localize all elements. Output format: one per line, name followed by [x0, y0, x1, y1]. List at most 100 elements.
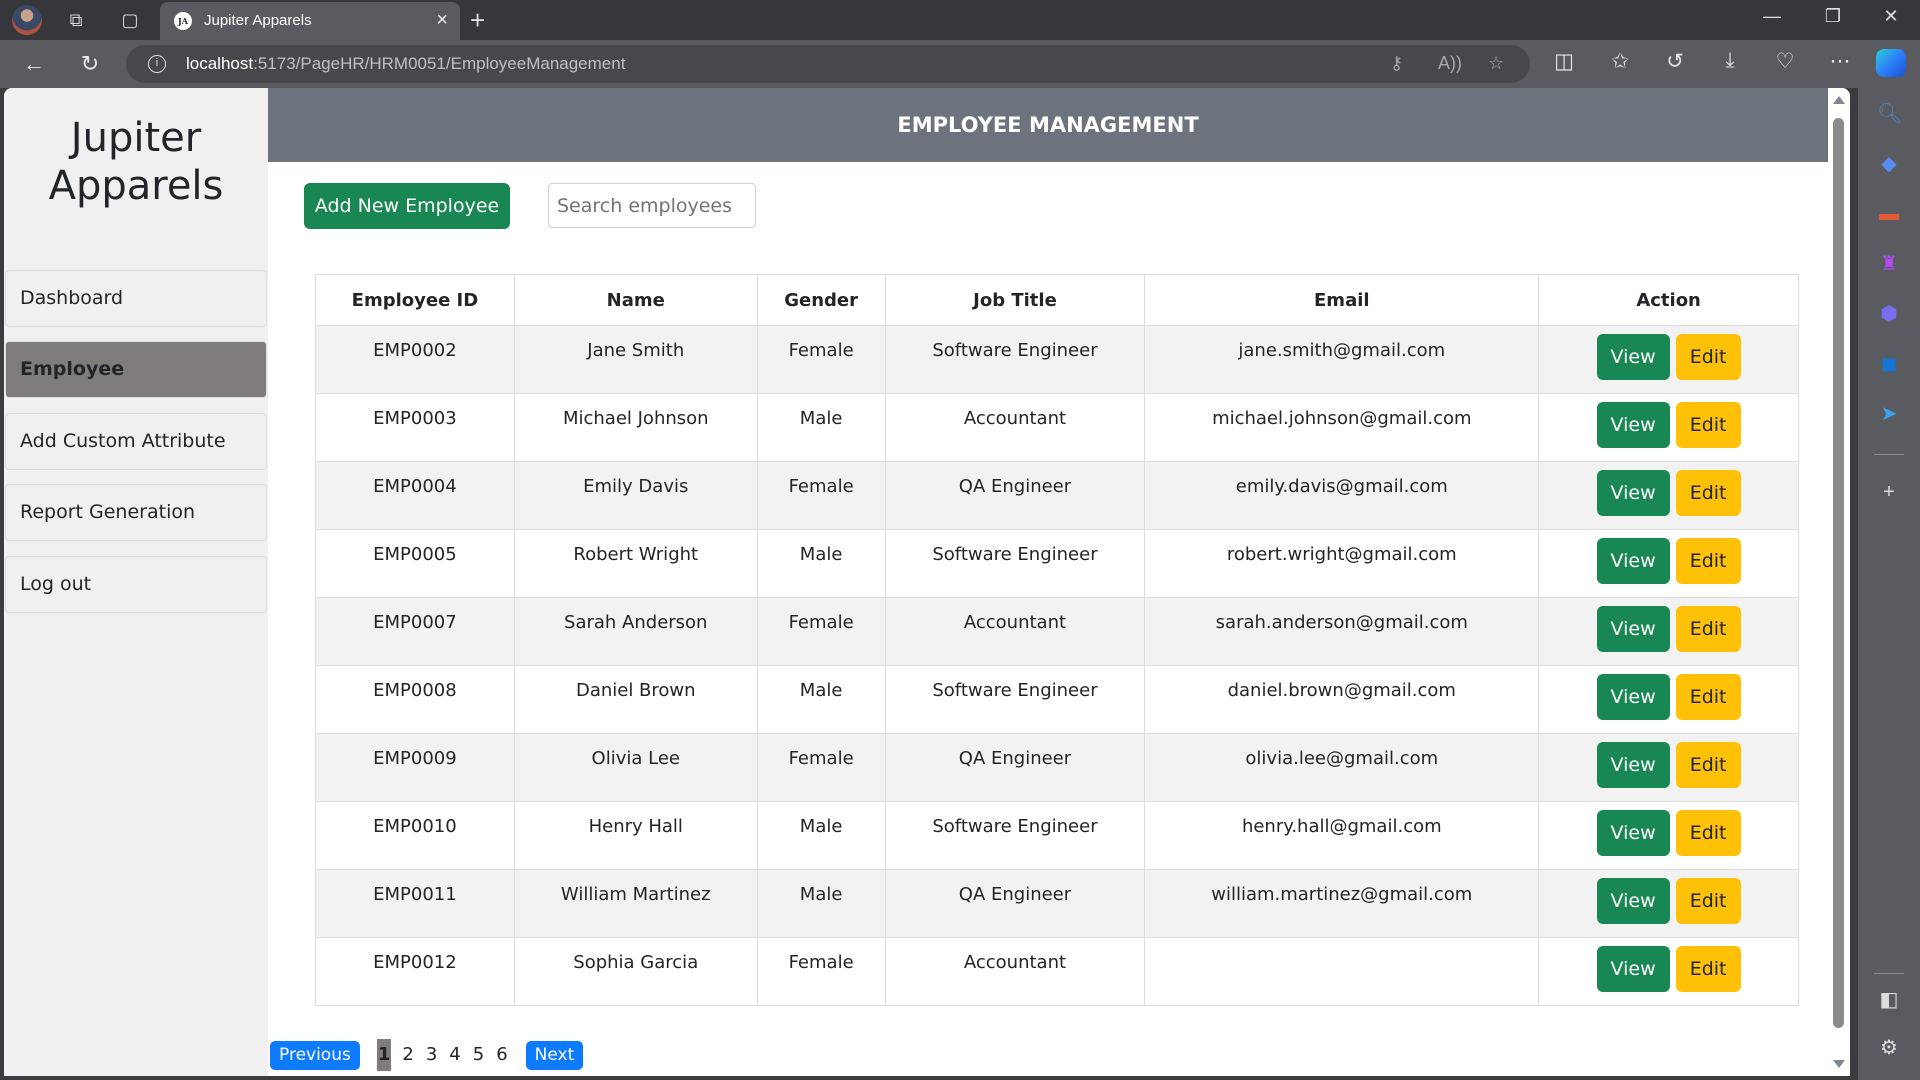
copilot-icon[interactable] — [1876, 49, 1906, 77]
edit-button[interactable]: Edit — [1675, 946, 1741, 992]
edit-button[interactable]: Edit — [1675, 402, 1741, 448]
sidebar-item-dashboard[interactable]: Dashboard — [5, 270, 267, 327]
email-cell: jane.smith@gmail.com — [1144, 325, 1540, 394]
favorite-star-icon[interactable]: ☆ — [1488, 53, 1504, 74]
search-icon[interactable]: 🔍︎ — [1877, 102, 1902, 126]
view-button[interactable]: View — [1596, 470, 1670, 516]
address-bar[interactable]: i localhost:5173/PageHR/HRM0051/Employee… — [126, 45, 1530, 83]
column-header-email: Email — [1144, 274, 1540, 326]
url-text[interactable]: localhost:5173/PageHR/HRM0051/EmployeeMa… — [186, 54, 625, 74]
page-scrollbar[interactable] — [1828, 88, 1850, 1076]
action-cell: View Edit — [1538, 597, 1799, 666]
sidebar-item-log-out[interactable]: Log out — [5, 556, 267, 613]
url-host: localhost — [186, 54, 254, 73]
downloads-icon[interactable]: ⤓ — [1715, 49, 1745, 73]
more-menu-icon[interactable]: ⋯ — [1825, 49, 1855, 74]
employee-id-cell: EMP0007 — [315, 597, 515, 666]
gender-cell: Female — [756, 937, 886, 1006]
employee-id-cell: EMP0002 — [315, 325, 515, 394]
key-icon[interactable]: ⚷ — [1390, 53, 1403, 74]
name-cell: William Martinez — [513, 869, 758, 938]
view-button[interactable]: View — [1596, 810, 1670, 856]
job-title-cell: Software Engineer — [884, 665, 1146, 734]
next-page-button[interactable]: Next — [525, 1040, 584, 1070]
games-icon[interactable]: ♜ — [1877, 252, 1901, 276]
email-cell: daniel.brown@gmail.com — [1144, 665, 1540, 734]
restore-icon[interactable]: ❐ — [1813, 6, 1853, 27]
search-employees-input[interactable] — [548, 183, 756, 228]
table-row: EMP0007 Sarah Anderson Female Accountant sar… — [315, 597, 1799, 666]
page-number-6[interactable]: 6 — [495, 1039, 508, 1071]
hide-sidebar-icon[interactable]: ◧ — [1877, 988, 1901, 1012]
new-tab-icon[interactable]: + — [470, 5, 485, 36]
edit-button[interactable]: Edit — [1675, 810, 1741, 856]
view-button[interactable]: View — [1596, 402, 1670, 448]
tab-close-icon[interactable]: × — [436, 9, 448, 32]
gender-cell: Male — [756, 801, 886, 870]
tools-icon[interactable]: ▬ — [1877, 202, 1901, 226]
name-cell: Sophia Garcia — [513, 937, 758, 1006]
gender-cell: Male — [756, 869, 886, 938]
page-number-3[interactable]: 3 — [425, 1039, 438, 1071]
employee-id-cell: EMP0010 — [315, 801, 515, 870]
refresh-icon[interactable]: ↻ — [76, 50, 104, 78]
table-header-row: Employee ID Name Gender Job Title Email … — [315, 274, 1799, 326]
browser-tab[interactable]: JA Jupiter Apparels × — [160, 2, 460, 40]
workspaces-icon[interactable]: ⧉ — [64, 8, 88, 32]
window-close-icon[interactable]: ✕ — [1871, 6, 1911, 27]
scroll-down-arrow-icon[interactable] — [1833, 1060, 1845, 1068]
edit-button[interactable]: Edit — [1675, 606, 1741, 652]
job-title-cell: Accountant — [884, 393, 1146, 462]
view-button[interactable]: View — [1596, 538, 1670, 584]
back-icon[interactable]: ← — [20, 50, 48, 78]
tab-title: Jupiter Apparels — [204, 12, 312, 29]
sidebar-item-add-custom-attribute[interactable]: Add Custom Attribute — [5, 413, 267, 470]
edit-button[interactable]: Edit — [1675, 878, 1741, 924]
job-title-cell: QA Engineer — [884, 461, 1146, 530]
add-new-employee-button[interactable]: Add New Employee — [304, 183, 510, 229]
view-button[interactable]: View — [1596, 946, 1670, 992]
view-button[interactable]: View — [1596, 606, 1670, 652]
history-icon[interactable]: ↺ — [1660, 49, 1690, 74]
view-button[interactable]: View — [1596, 674, 1670, 720]
send-icon[interactable]: ➤ — [1877, 402, 1901, 426]
page-number-5[interactable]: 5 — [472, 1039, 485, 1071]
view-button[interactable]: View — [1596, 742, 1670, 788]
edit-button[interactable]: Edit — [1675, 470, 1741, 516]
edit-button[interactable]: Edit — [1675, 538, 1741, 584]
favorites-icon[interactable]: ✩ — [1605, 49, 1635, 74]
split-screen-icon[interactable]: ◫ — [1549, 49, 1579, 74]
site-info-icon[interactable]: i — [148, 55, 166, 73]
outlook-icon[interactable]: ◼ — [1877, 352, 1901, 376]
browser-nav-bar: ← ↻ i localhost:5173/PageHR/HRM0051/Empl… — [0, 40, 1920, 88]
settings-gear-icon[interactable]: ⚙ — [1877, 1036, 1901, 1060]
page-header: EMPLOYEE MANAGEMENT — [268, 88, 1850, 162]
scrollbar-thumb[interactable] — [1833, 118, 1844, 1028]
edit-button[interactable]: Edit — [1675, 742, 1741, 788]
job-title-cell: Accountant — [884, 937, 1146, 1006]
read-aloud-icon[interactable]: A)) — [1438, 53, 1462, 74]
action-cell: View Edit — [1538, 869, 1799, 938]
gender-cell: Female — [756, 597, 886, 666]
view-button[interactable]: View — [1596, 334, 1670, 380]
microsoft365-icon[interactable]: ⬢ — [1877, 302, 1901, 326]
sidebar-item-report-generation[interactable]: Report Generation — [5, 484, 267, 541]
sidebar-separator — [1874, 454, 1904, 455]
scroll-up-arrow-icon[interactable] — [1833, 96, 1845, 104]
minimize-icon[interactable]: — — [1752, 6, 1792, 27]
browser-essentials-icon[interactable]: ♡ — [1770, 49, 1800, 74]
page-number-1[interactable]: 1 — [376, 1039, 392, 1071]
previous-page-button[interactable]: Previous — [270, 1040, 360, 1070]
gender-cell: Male — [756, 393, 886, 462]
view-button[interactable]: View — [1596, 878, 1670, 924]
pagination: Previous 1 2 3 4 5 6 Next — [270, 1039, 584, 1071]
page-number-4[interactable]: 4 — [448, 1039, 461, 1071]
page-number-2[interactable]: 2 — [401, 1039, 414, 1071]
shopping-tag-icon[interactable]: ◆ — [1877, 152, 1901, 176]
add-sidebar-icon[interactable]: + — [1877, 480, 1901, 504]
profile-avatar[interactable] — [12, 5, 42, 35]
tab-actions-icon[interactable]: ▢ — [118, 8, 142, 32]
edit-button[interactable]: Edit — [1675, 674, 1741, 720]
edit-button[interactable]: Edit — [1675, 334, 1741, 380]
sidebar-item-employee-management[interactable]: Employee Management — [5, 341, 267, 434]
